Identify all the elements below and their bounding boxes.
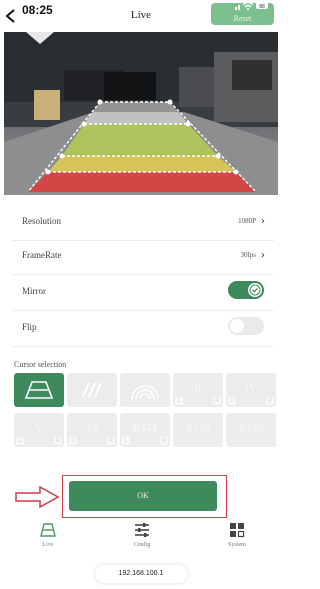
- cursor-option-label: R158: [186, 422, 210, 434]
- resolution-value: 1080P: [238, 217, 256, 225]
- cursor-option-vi[interactable]: VI L R: [67, 413, 117, 447]
- badge-left: L: [69, 437, 77, 445]
- header: 08:25 Live Reset 88: [0, 0, 282, 32]
- camera-live-view[interactable]: [4, 32, 278, 195]
- setting-framerate[interactable]: FrameRate 30fps ›: [0, 240, 282, 274]
- divider: [12, 310, 274, 311]
- cursor-option-label: II: [194, 382, 202, 394]
- badge-right: R: [266, 397, 274, 405]
- cursor-option-label: R151: [132, 422, 158, 434]
- badge-right: R: [54, 437, 62, 445]
- tab-config[interactable]: Config: [112, 521, 172, 555]
- setting-resolution[interactable]: Resolution 1080P ›: [0, 206, 282, 240]
- chevron-right-icon: ›: [261, 216, 265, 227]
- cursor-option-label: IV: [245, 382, 257, 394]
- cursor-option-label: V: [35, 422, 43, 434]
- cursor-option-1[interactable]: [14, 373, 64, 407]
- cursor-option-r158[interactable]: R158: [173, 413, 223, 447]
- cursor-option-2[interactable]: [67, 373, 117, 407]
- cursor-parallel-lines-icon: [82, 382, 102, 398]
- ip-address-badge: 192.168.100.1: [95, 565, 187, 583]
- framerate-label: FrameRate: [22, 250, 62, 260]
- resolution-label: Resolution: [22, 216, 62, 226]
- grid-icon: [230, 523, 245, 538]
- cursor-option-label: VI: [86, 422, 98, 434]
- flip-toggle[interactable]: [228, 317, 264, 335]
- badge-left: L: [122, 437, 130, 445]
- live-camera-icon: [40, 523, 56, 537]
- wifi-icon: [242, 1, 254, 10]
- setting-mirror: Mirror: [0, 276, 282, 310]
- pointer-arrow-icon: [15, 485, 60, 509]
- cursor-selection-label: Cursor selection: [14, 360, 67, 369]
- mirror-label: Mirror: [22, 286, 46, 296]
- check-icon: [249, 284, 261, 296]
- tab-live-label: Live: [42, 542, 54, 548]
- ok-button[interactable]: OK: [69, 481, 217, 511]
- badge-left: L: [16, 437, 24, 445]
- toggle-knob: [248, 283, 262, 297]
- cursor-option-r159[interactable]: R159: [226, 413, 276, 447]
- svg-text:88: 88: [259, 4, 265, 10]
- zone-yellow: [48, 156, 236, 172]
- cursor-option-v[interactable]: V L R: [14, 413, 64, 447]
- tab-system-label: System: [228, 542, 246, 548]
- sliders-icon: [135, 523, 149, 537]
- badge-left: L: [228, 397, 236, 405]
- badge-right: R: [107, 437, 115, 445]
- cursor-option-iv[interactable]: IV L R: [226, 373, 276, 407]
- cursor-arc-icon: [131, 385, 159, 400]
- badge-right: R: [213, 397, 221, 405]
- toggle-knob: [230, 319, 244, 333]
- badge-left: L: [175, 397, 183, 405]
- divider: [12, 274, 274, 275]
- cursor-trapezoid-icon: [24, 381, 54, 399]
- setting-flip: Flip: [0, 312, 282, 346]
- cursor-option-3[interactable]: [120, 373, 170, 407]
- chevron-right-icon: ›: [261, 250, 265, 261]
- tab-live[interactable]: Live: [18, 521, 78, 555]
- signal-icon: [235, 5, 240, 10]
- tab-config-label: Config: [133, 542, 151, 548]
- divider: [12, 346, 274, 347]
- flip-label: Flip: [22, 322, 37, 332]
- framerate-value: 30fps: [240, 251, 256, 259]
- mirror-toggle[interactable]: [228, 281, 264, 299]
- tab-system[interactable]: System: [207, 521, 267, 555]
- badge-right: R: [160, 437, 168, 445]
- battery-icon: 88: [256, 2, 268, 10]
- zone-far: [84, 102, 188, 124]
- cursor-option-r151[interactable]: R151 L R: [120, 413, 170, 447]
- status-icons: 88: [235, 1, 268, 10]
- camera-scene: [4, 32, 278, 195]
- cursor-option-ii[interactable]: II L R: [173, 373, 223, 407]
- zone-red: [28, 172, 256, 192]
- cursor-option-label: R159: [239, 422, 263, 434]
